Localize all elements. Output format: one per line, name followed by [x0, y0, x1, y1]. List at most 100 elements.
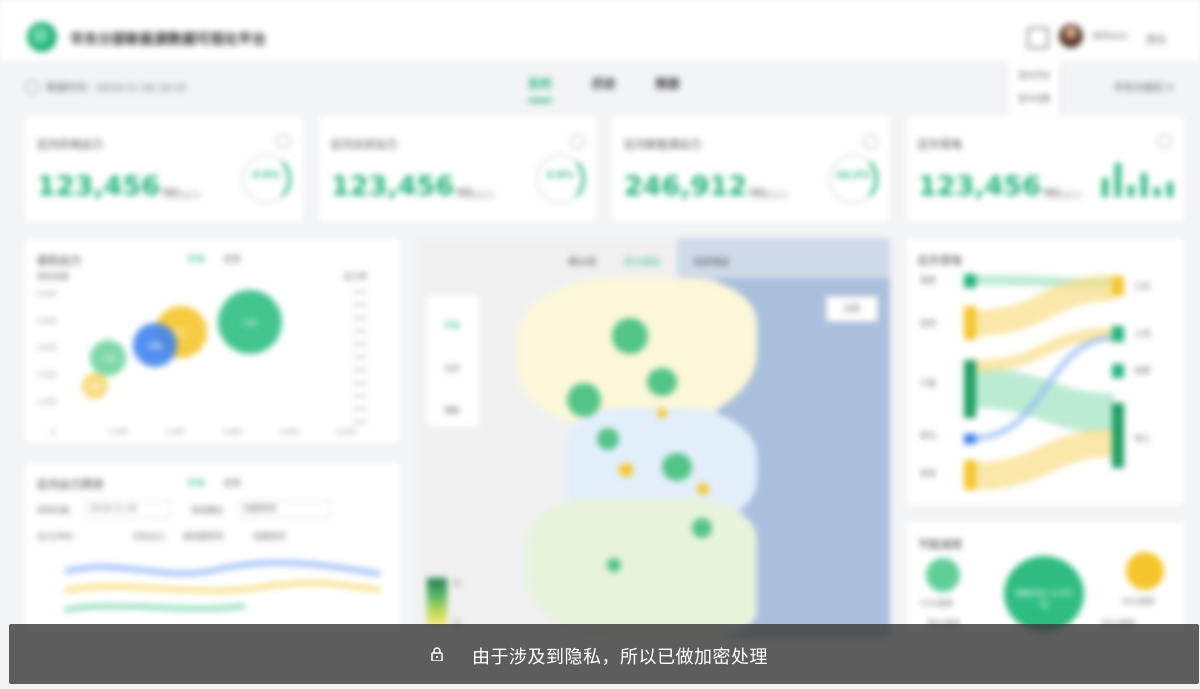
kpi-ring-text: 3.9% — [252, 170, 280, 181]
kpi-sub: 占总出力 — [752, 191, 789, 201]
tab-history[interactable]: 历史 — [592, 75, 616, 92]
sub-toolbar: 数据时间：2019-11-18 10:15 实时 历史 预测 显示开关 显示设置… — [10, 60, 1200, 115]
kpi-number: 123,456 — [918, 171, 1041, 202]
map-blob[interactable] — [612, 318, 648, 354]
dropdown-item-toggle[interactable]: 显示开关 — [1018, 70, 1050, 81]
map-blob[interactable] — [647, 368, 677, 396]
sankey-link — [973, 327, 1115, 372]
kpi-value: 246,912 MW — [624, 171, 766, 202]
map-region-fujian — [527, 498, 757, 638]
sankey-source-name: 宜宾 — [920, 319, 936, 328]
map-tab-company[interactable]: 新公司 — [569, 255, 596, 268]
kpi-ring: 3.9% — [535, 154, 585, 204]
dropdown-item-settings[interactable]: 显示设置 — [1018, 93, 1050, 104]
kpi-mini-bar — [1115, 163, 1121, 197]
x-tick-label: 2,000 — [165, 428, 185, 436]
info-icon[interactable] — [863, 134, 878, 149]
co2-bubble — [926, 558, 960, 592]
co2-label: CO2减排 — [920, 599, 953, 608]
x-tick-label: 3,000 — [222, 428, 242, 436]
map-blob[interactable] — [692, 518, 712, 538]
sankey-node — [1112, 403, 1124, 468]
map-legend: 风电 光伏 储能 — [427, 295, 479, 427]
sankey-source-name: 锦屏 — [920, 276, 936, 285]
kpi-label: 区外受电 — [918, 138, 962, 151]
map-dot[interactable] — [619, 463, 633, 477]
bubble-label: 上海 — [101, 354, 115, 363]
kpi-card-external: 区外受电 123,456 MW 占总出力 — [906, 116, 1184, 222]
tab-realtime[interactable]: 实时 — [528, 75, 553, 102]
sankey-node — [964, 460, 976, 490]
series-actual — [64, 603, 246, 613]
bubble-label: 江苏 — [243, 318, 257, 327]
legend-storage[interactable]: 储能 — [437, 405, 467, 416]
sankey-source-name: 宁夏 — [920, 379, 936, 388]
map-color-scale — [427, 578, 447, 626]
info-icon[interactable] — [570, 134, 585, 149]
legend-solar[interactable]: 光伏 — [437, 363, 467, 374]
logout-button[interactable]: 退出 — [1146, 31, 1166, 46]
bubble-label: 福建 — [88, 382, 102, 391]
kpi-sub: 占总出力 — [1046, 191, 1083, 201]
region-select[interactable]: 华东分部区 ▾ — [1114, 79, 1172, 94]
x-tick-label: 5,000 — [336, 428, 356, 436]
sankey-node — [964, 434, 976, 444]
sankey-node — [1112, 364, 1124, 378]
coal-label: 煤耗节约 123万吨 — [1015, 589, 1073, 609]
series-short — [64, 560, 381, 577]
update-time: 数据时间：2019-11-18 10:15 — [46, 83, 187, 94]
bubble-panel: 装机出力 风电 光伏 装机容量 出力率 8,000 6,000 4,000 2,000… — [25, 238, 400, 444]
sankey-link — [973, 429, 1115, 490]
energy-panel: 节能减排 CO2减排 煤耗节约 123万吨 SO2减排 粉尘减排 NOx减排 — [906, 522, 1184, 632]
sankey-node — [1112, 276, 1124, 296]
sankey-node — [964, 274, 976, 288]
legend-wind[interactable]: 风电 — [437, 320, 467, 331]
forecast-panel: 区内出力预测 风电 光伏 预测日期 2019-11-18 预测模型 短期预测 出… — [25, 462, 400, 632]
app-title: 华东分部新能源数据可视化平台 — [70, 32, 266, 48]
sankey-link — [973, 275, 1115, 336]
info-icon[interactable] — [276, 134, 291, 149]
kpi-sub: 占总出力 — [459, 191, 496, 201]
scale-max-label: 大 — [453, 579, 461, 588]
blurred-dashboard: 华东分部新能源数据可视化平台 Willson 退出 数据时间：2019-11-1… — [0, 0, 1200, 689]
clock-icon — [25, 80, 39, 94]
bubble-chart: 8,000 6,000 4,000 2,000 1,000 0 1,000 2,000 3,00… — [37, 290, 367, 436]
user-name[interactable]: Willson — [1092, 31, 1128, 42]
map-blob[interactable] — [567, 383, 601, 417]
kpi-mini-bar — [1128, 185, 1134, 197]
x-tick-label: 1,000 — [108, 428, 128, 436]
kpi-sub: 占总出力 — [165, 191, 202, 201]
kpi-number: 123,456 — [331, 171, 454, 202]
avatar[interactable] — [1059, 24, 1083, 48]
map-blob[interactable] — [597, 428, 619, 450]
map-blob[interactable] — [607, 558, 621, 572]
kpi-ring-text: 10.2% — [835, 170, 871, 181]
map-tab-solar[interactable]: 光伏场站 — [693, 255, 729, 268]
kpi-mini-bar — [1167, 182, 1173, 197]
sankey-panel: 区外受电 锦屏 宜宾 宁夏 晋北 其他 江苏 上海 安徽 浙江 — [906, 238, 1184, 506]
menu-grid-icon[interactable] — [1027, 27, 1049, 49]
map-panel[interactable]: 新公司 风力场站 光伏场站 风电 光伏 储能 全部 大 小 — [417, 238, 890, 638]
tab-forecast[interactable]: 预测 — [655, 75, 679, 92]
bubble-label: 浙江 — [174, 328, 188, 337]
x-tick-label: 4,000 — [279, 428, 299, 436]
map-filter-select[interactable]: 全部 — [826, 296, 878, 322]
map-dot[interactable] — [657, 408, 667, 418]
sankey-node — [964, 306, 976, 340]
so2-label: SO2减排 — [1122, 597, 1155, 606]
info-icon[interactable] — [1157, 134, 1172, 149]
so2-bubble — [1126, 552, 1164, 590]
sankey-source-name: 其他 — [920, 469, 936, 478]
map-blob[interactable] — [662, 453, 692, 481]
kpi-value: 123,456 MW — [331, 171, 473, 202]
series-ultra-short — [64, 580, 381, 594]
sankey-target-name: 上海 — [1134, 329, 1150, 338]
map-tab-wind[interactable]: 风力场站 — [624, 255, 660, 268]
kpi-card-new-energy: 区内新能源出力 246,912 MW 占总出力 10.2% — [612, 116, 890, 222]
display-dropdown: 显示开关 显示设置 — [1008, 60, 1060, 115]
bubble-label: 安徽 — [148, 341, 162, 350]
kpi-mini-bar — [1154, 187, 1160, 197]
y-tick-label: 6,000 — [37, 317, 57, 325]
y-tick-label: 1,000 — [37, 398, 57, 406]
map-dot[interactable] — [697, 483, 709, 495]
